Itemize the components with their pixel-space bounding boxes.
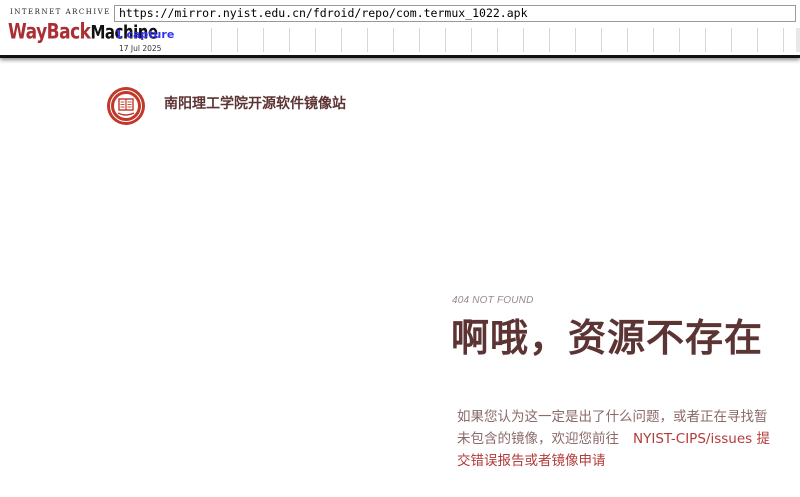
issues-link[interactable]: NYIST-CIPS/issues (633, 431, 752, 447)
error-description-line-2: 未包含的镜像，欢迎您前往 NYIST-CIPS/issues 提 (457, 428, 797, 450)
wayback-logo-red: WayBack (8, 19, 91, 45)
error-code: 404 NOT FOUND (452, 295, 534, 306)
wayback-capture-date: 17 Jul 2025 (119, 44, 162, 53)
error-description-line-1: 如果您认为这一定是出了什么问题，或者正在寻找暂 (457, 409, 768, 425)
wayback-captures-link[interactable]: 1 capture (115, 28, 174, 41)
wayback-sparkline[interactable] (186, 28, 800, 52)
wayback-sparkline-current (796, 28, 800, 52)
university-seal-icon[interactable] (106, 86, 146, 126)
wayback-logo[interactable]: INTERNET ARCHIVE WayBack Machine (8, 6, 158, 50)
error-description-line-3: 交错误报告或者镜像申请 (457, 453, 606, 469)
site-title[interactable]: 南阳理工学院开源软件镜像站 (164, 93, 346, 113)
error-description-line-2-text: 未包含的镜像，欢迎您前往 (457, 431, 619, 447)
wayback-url-input[interactable]: https://mirror.nyist.edu.cn/fdroid/repo/… (114, 5, 796, 22)
error-title: 啊哦，资源不存在 (451, 316, 764, 360)
wayback-toolbar: INTERNET ARCHIVE WayBack Machine https:/… (0, 0, 800, 58)
error-description: 如果您认为这一定是出了什么问题，或者正在寻找暂 未包含的镜像，欢迎您前往 NYIS… (457, 406, 797, 472)
error-description-line-2-tail: 提 (756, 431, 770, 447)
